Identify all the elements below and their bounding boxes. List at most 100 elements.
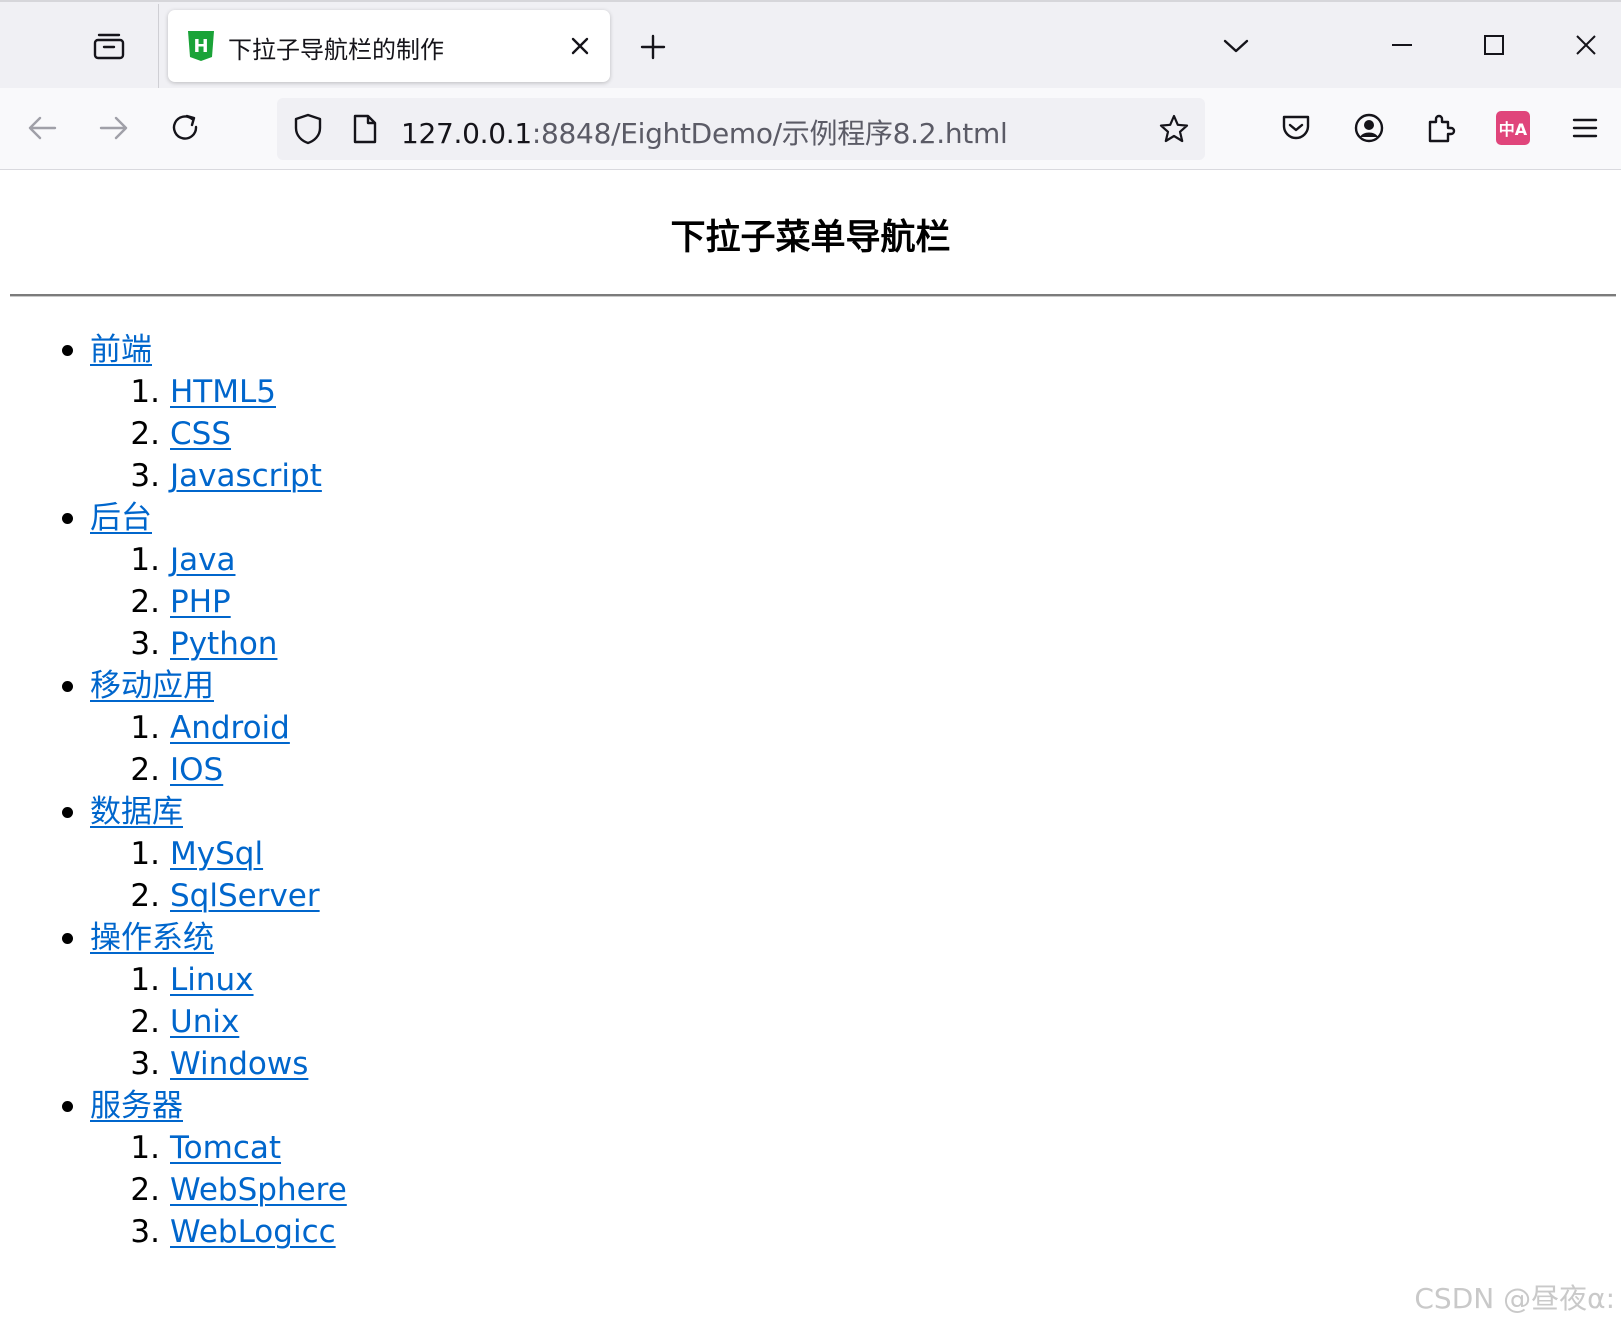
submenu: 1. Linux 2. Unix 3. Windows	[90, 959, 347, 1085]
submenu-link[interactable]: Tomcat	[170, 1130, 281, 1166]
address-bar[interactable]: 127.0.0.1:8848/EightDemo/示例程序8.2.html	[277, 98, 1205, 160]
menu-item: 后台 1. Java 2. PHP 3. Python	[0, 497, 347, 665]
submenu-link[interactable]: Unix	[170, 1004, 239, 1040]
submenu: 1. Android 2. IOS	[90, 707, 347, 791]
url-path: :8848/EightDemo/示例程序8.2.html	[531, 117, 1008, 150]
pocket-icon[interactable]	[1272, 104, 1320, 152]
submenu-item: 2. IOS	[90, 749, 347, 791]
submenu-item: 1. Android	[90, 707, 347, 749]
chevron-down-icon[interactable]	[1216, 26, 1256, 66]
tab-strip: H 下拉子导航栏的制作	[0, 0, 1621, 90]
submenu-number: 2.	[130, 1004, 160, 1040]
extensions-puzzle-icon[interactable]	[1417, 104, 1465, 152]
html-file-icon: H	[186, 30, 216, 62]
tab-separator	[158, 4, 159, 90]
menu-link[interactable]: 移动应用	[90, 668, 214, 704]
bookmark-star-icon[interactable]	[1155, 110, 1193, 148]
menu-link[interactable]: 数据库	[90, 794, 183, 830]
submenu-item: 3. Python	[90, 623, 347, 665]
account-icon[interactable]	[1345, 104, 1393, 152]
submenu-number: 2.	[130, 416, 160, 452]
page-content: 下拉子菜单导航栏 前端 1. HTML5 2. CSS 3. Javascript 后台 1. J…	[0, 171, 1621, 1323]
nav-menu: 前端 1. HTML5 2. CSS 3. Javascript 后台 1. Java 2. PHP 3…	[0, 329, 347, 1253]
bullet-icon	[62, 933, 73, 944]
submenu-number: 1.	[130, 836, 160, 872]
submenu-number: 1.	[130, 1130, 160, 1166]
favicon-letter: H	[193, 36, 208, 57]
submenu-number: 1.	[130, 710, 160, 746]
submenu-link[interactable]: Java	[170, 542, 235, 578]
submenu-link[interactable]: SqlServer	[170, 878, 320, 914]
tab-title: 下拉子导航栏的制作	[228, 36, 444, 64]
shield-icon[interactable]	[289, 110, 327, 148]
submenu-item: 1. HTML5	[90, 371, 347, 413]
submenu-link[interactable]: HTML5	[170, 374, 276, 410]
submenu: 1. MySql 2. SqlServer	[90, 833, 347, 917]
back-arrow-icon[interactable]	[18, 104, 66, 152]
minimize-icon[interactable]	[1372, 20, 1432, 70]
close-tab-icon[interactable]	[564, 30, 596, 62]
submenu-item: 2. PHP	[90, 581, 347, 623]
bullet-icon	[62, 1101, 73, 1112]
submenu-link[interactable]: CSS	[170, 416, 231, 452]
hamburger-menu-icon[interactable]	[1561, 104, 1609, 152]
submenu-item: 3. Javascript	[90, 455, 347, 497]
submenu-number: 3.	[130, 1046, 160, 1082]
submenu-link[interactable]: Python	[170, 626, 277, 662]
menu-link[interactable]: 后台	[90, 500, 152, 536]
submenu-item: 1. Java	[90, 539, 347, 581]
bullet-icon	[62, 345, 73, 356]
menu-link[interactable]: 服务器	[90, 1088, 183, 1124]
submenu: 1. HTML5 2. CSS 3. Javascript	[90, 371, 347, 497]
bullet-icon	[62, 513, 73, 524]
submenu: 1. Tomcat 2. WebSphere 3. WebLogicc	[90, 1127, 347, 1253]
submenu-item: 3. Windows	[90, 1043, 347, 1085]
submenu-link[interactable]: PHP	[170, 584, 231, 620]
active-tab[interactable]: H 下拉子导航栏的制作	[168, 10, 610, 82]
maximize-icon[interactable]	[1464, 20, 1524, 70]
page-icon[interactable]	[347, 110, 383, 148]
watermark: CSDN @昼夜α:	[1414, 1282, 1615, 1315]
page-heading: 下拉子菜单导航栏	[670, 218, 951, 258]
submenu-number: 2.	[130, 878, 160, 914]
submenu-link[interactable]: WebSphere	[170, 1172, 347, 1208]
submenu-item: 3. WebLogicc	[90, 1211, 347, 1253]
menu-link[interactable]: 操作系统	[90, 920, 214, 956]
submenu-number: 1.	[130, 962, 160, 998]
submenu-link[interactable]: MySql	[170, 836, 263, 872]
tab-overview-icon[interactable]	[90, 28, 128, 64]
submenu-link[interactable]: WebLogicc	[170, 1214, 336, 1250]
submenu-item: 1. MySql	[90, 833, 347, 875]
forward-arrow-icon[interactable]	[90, 104, 138, 152]
submenu-number: 2.	[130, 1172, 160, 1208]
submenu-link[interactable]: Android	[170, 710, 290, 746]
submenu: 1. Java 2. PHP 3. Python	[90, 539, 347, 665]
submenu-link[interactable]: Windows	[170, 1046, 308, 1082]
menu-item: 前端 1. HTML5 2. CSS 3. Javascript	[0, 329, 347, 497]
submenu-item: 2. SqlServer	[90, 875, 347, 917]
navigation-toolbar: 127.0.0.1:8848/EightDemo/示例程序8.2.html 中A	[0, 88, 1621, 170]
submenu-number: 3.	[130, 1214, 160, 1250]
submenu-number: 1.	[130, 374, 160, 410]
submenu-number: 2.	[130, 752, 160, 788]
menu-link[interactable]: 前端	[90, 332, 152, 368]
url-text[interactable]: 127.0.0.1:8848/EightDemo/示例程序8.2.html	[401, 112, 1008, 152]
submenu-number: 3.	[130, 626, 160, 662]
submenu-item: 2. CSS	[90, 413, 347, 455]
submenu-item: 1. Linux	[90, 959, 347, 1001]
new-tab-icon[interactable]	[634, 28, 672, 66]
menu-item: 移动应用 1. Android 2. IOS	[0, 665, 347, 791]
submenu-number: 1.	[130, 542, 160, 578]
url-host: 127.0.0.1	[401, 117, 532, 150]
reload-icon[interactable]	[162, 104, 210, 152]
menu-item: 操作系统 1. Linux 2. Unix 3. Windows	[0, 917, 347, 1085]
submenu-link[interactable]: IOS	[170, 752, 223, 788]
submenu-link[interactable]: Javascript	[170, 458, 322, 494]
bullet-icon	[62, 807, 73, 818]
submenu-link[interactable]: Linux	[170, 962, 254, 998]
translate-badge: 中A	[1496, 111, 1530, 145]
submenu-number: 2.	[130, 584, 160, 620]
horizontal-rule	[10, 294, 1616, 297]
translate-icon[interactable]: 中A	[1489, 104, 1537, 152]
window-close-icon[interactable]	[1556, 20, 1616, 70]
